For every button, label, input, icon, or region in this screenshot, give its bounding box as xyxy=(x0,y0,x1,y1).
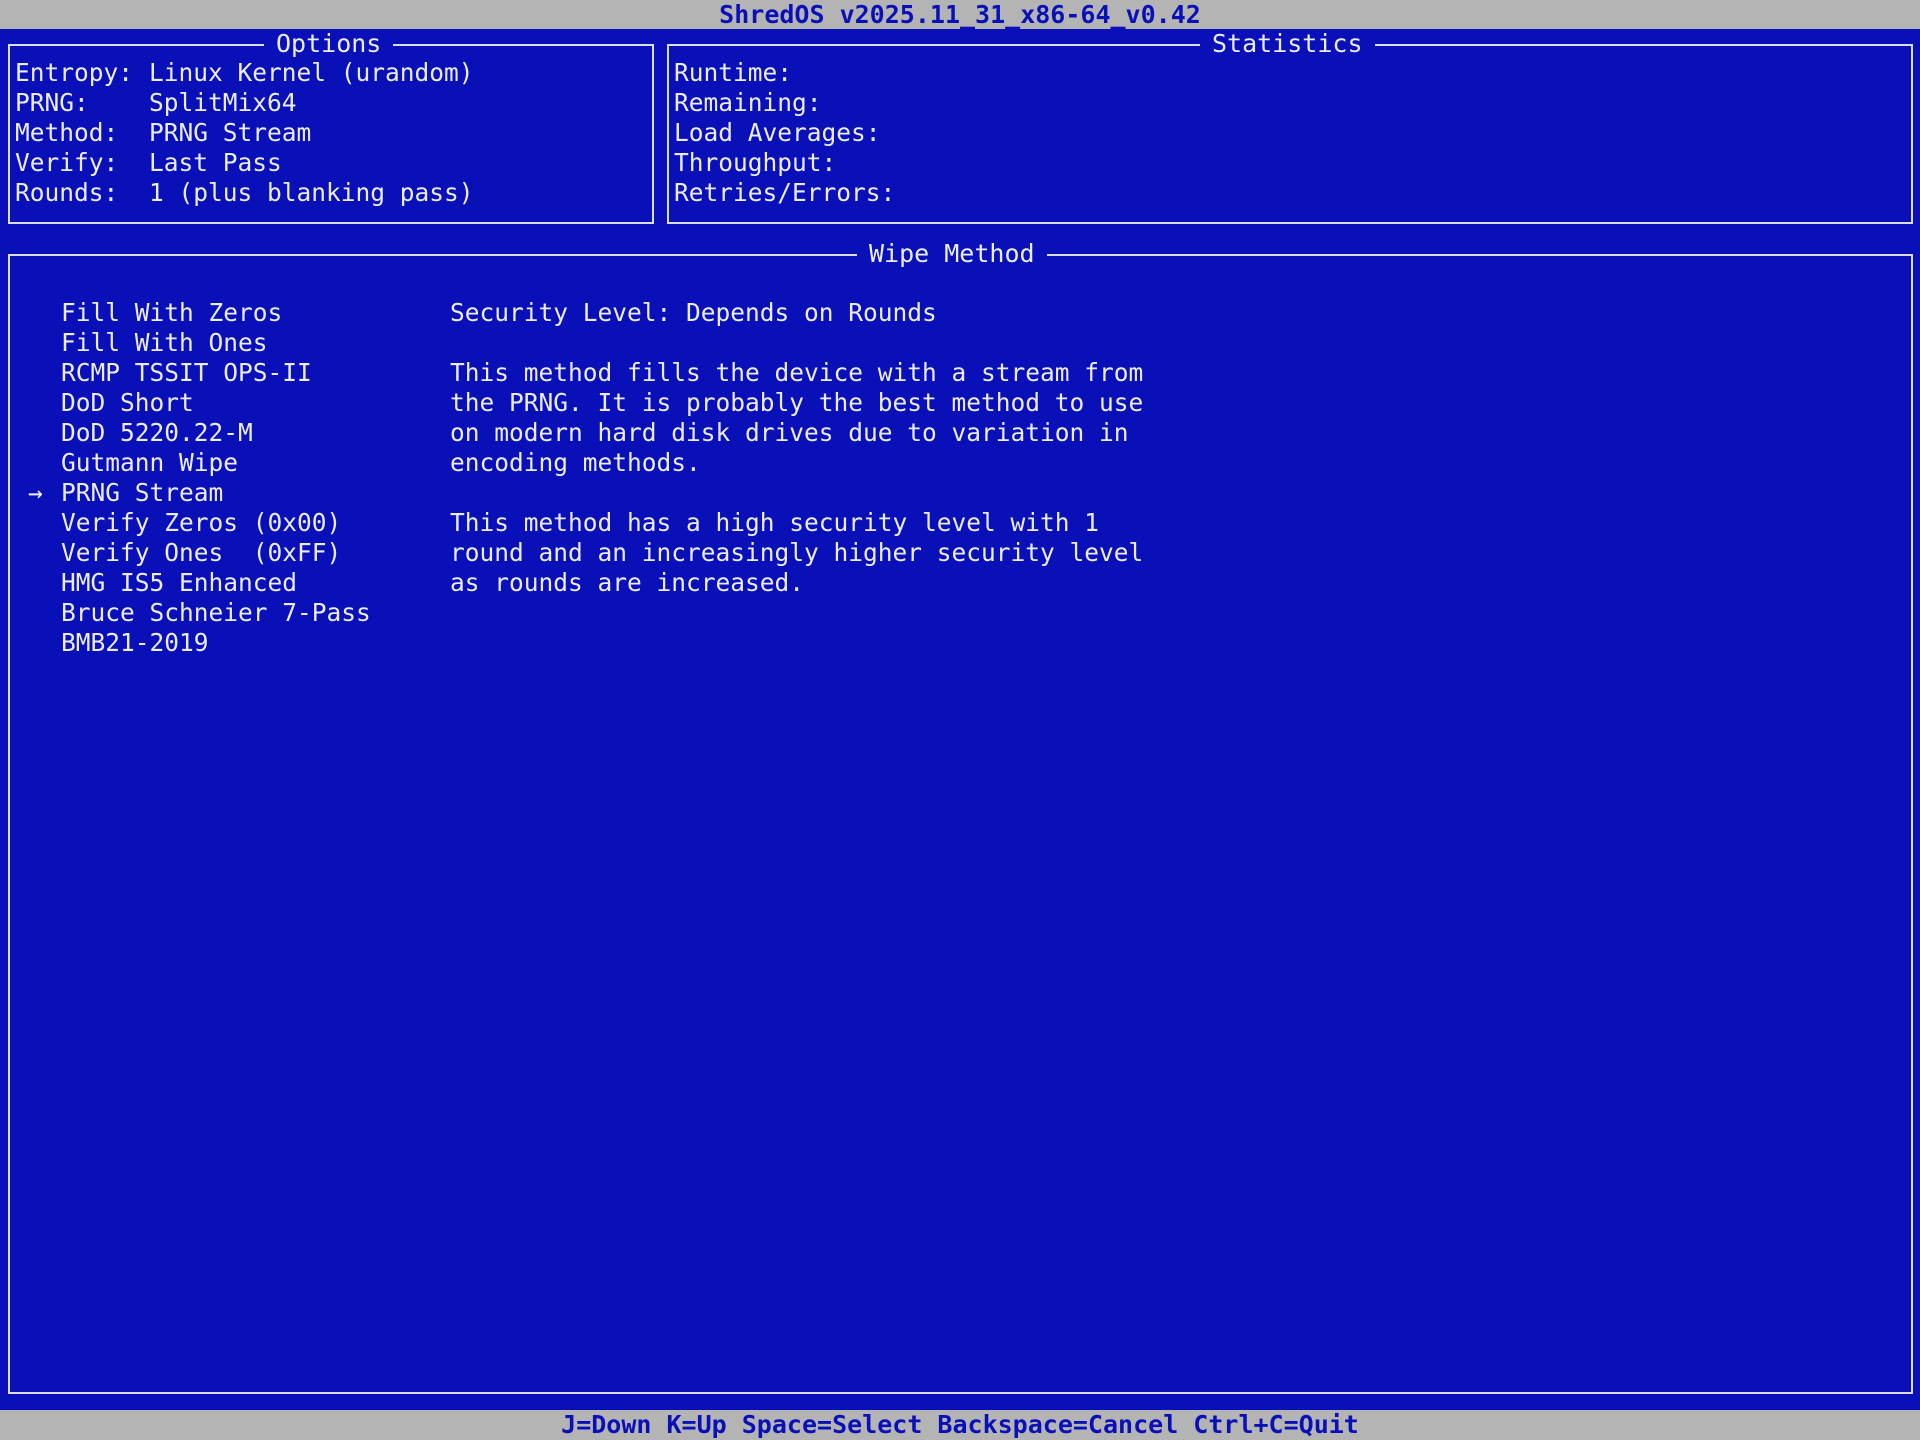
wipe-method-item[interactable]: Verify Zeros (0x00) xyxy=(28,508,371,538)
option-value: Last Pass xyxy=(149,148,282,177)
wipe-method-item[interactable]: Bruce Schneier 7-Pass xyxy=(28,598,371,628)
option-key: Rounds: xyxy=(15,178,119,207)
wipe-method-item[interactable]: Verify Ones (0xFF) xyxy=(28,538,371,568)
description-line: Security Level: Depends on Rounds xyxy=(450,298,937,327)
wipe-method-item[interactable]: → PRNG Stream xyxy=(28,478,371,508)
option-key: Verify: xyxy=(15,148,119,177)
option-row: Verify: Last Pass xyxy=(15,148,474,178)
options-panel-title: Options xyxy=(264,29,394,59)
description-line: as rounds are increased. xyxy=(450,568,805,597)
wipe-method-label: DoD 5220.22-M xyxy=(61,418,253,447)
app-title: ShredOS v2025.11_31_x86-64_v0.42 xyxy=(719,0,1201,29)
key-help-text: J=Down K=Up Space=Select Backspace=Cance… xyxy=(561,1410,1359,1439)
wipe-method-label: HMG IS5 Enhanced xyxy=(61,568,298,597)
statistic-label: Throughput: xyxy=(674,148,837,177)
description-line: the PRNG. It is probably the best method… xyxy=(450,388,1144,417)
statistic-label: Remaining: xyxy=(674,88,822,117)
wipe-method-panel: Wipe Method Fill With Zeros Fill With One… xyxy=(8,239,1913,1394)
title-bar: ShredOS v2025.11_31_x86-64_v0.42 xyxy=(0,0,1920,29)
option-row: Rounds: 1 (plus blanking pass) xyxy=(15,178,474,208)
wipe-method-item[interactable]: Fill With Zeros xyxy=(28,298,371,328)
description-line: on modern hard disk drives due to variat… xyxy=(450,418,1129,447)
option-value: 1 (plus blanking pass) xyxy=(149,178,474,207)
statistic-label: Load Averages: xyxy=(674,118,881,147)
wipe-method-label: Fill With Zeros xyxy=(61,298,283,327)
selection-arrow-icon: → xyxy=(28,478,43,507)
option-value: Linux Kernel (urandom) xyxy=(149,58,474,87)
method-description: Security Level: Depends on Rounds This me… xyxy=(450,298,1143,598)
wipe-method-label: DoD Short xyxy=(61,388,194,417)
statistics-list: Runtime: Remaining: Load Averages: Throughp… xyxy=(674,58,895,208)
statistic-label: Retries/Errors: xyxy=(674,178,896,207)
statistics-panel-title: Statistics xyxy=(1200,29,1375,59)
options-panel: Options Entropy: Linux Kernel (urandom) PR… xyxy=(8,29,654,224)
option-value: PRNG Stream xyxy=(149,118,312,147)
options-list: Entropy: Linux Kernel (urandom) PRNG: Split… xyxy=(15,58,474,208)
wipe-method-label: BMB21-2019 xyxy=(61,628,209,657)
wipe-method-item[interactable]: BMB21-2019 xyxy=(28,628,371,658)
wipe-method-item[interactable]: HMG IS5 Enhanced xyxy=(28,568,371,598)
option-row: Entropy: Linux Kernel (urandom) xyxy=(15,58,474,88)
description-line xyxy=(450,328,1143,358)
statistics-panel: Statistics Runtime: Remaining: Load Averag… xyxy=(667,29,1913,224)
option-value: SplitMix64 xyxy=(149,88,297,117)
statistic-label: Runtime: xyxy=(674,58,793,87)
wipe-method-label: Gutmann Wipe xyxy=(61,448,239,477)
description-line: This method has a high security level wi… xyxy=(450,508,1100,537)
wipe-method-list: Fill With Zeros Fill With Ones RCMP TSSIT … xyxy=(28,298,371,658)
wipe-method-item[interactable]: RCMP TSSIT OPS-II xyxy=(28,358,371,388)
wipe-method-label: Bruce Schneier 7-Pass xyxy=(61,598,371,627)
option-row: PRNG: SplitMix64 xyxy=(15,88,474,118)
wipe-method-label: RCMP TSSIT OPS-II xyxy=(61,358,312,387)
wipe-method-label: Verify Zeros (0x00) xyxy=(61,508,342,537)
wipe-method-label: PRNG Stream xyxy=(61,478,224,507)
wipe-method-item[interactable]: Fill With Ones xyxy=(28,328,371,358)
description-line: This method fills the device with a stre… xyxy=(450,358,1144,387)
wipe-method-label: Fill With Ones xyxy=(61,328,268,357)
key-help-bar: J=Down K=Up Space=Select Backspace=Cance… xyxy=(0,1410,1920,1440)
wipe-method-label: Verify Ones (0xFF) xyxy=(61,538,342,567)
option-row: Method: PRNG Stream xyxy=(15,118,474,148)
option-key: Method: xyxy=(15,118,119,147)
wipe-method-item[interactable]: DoD 5220.22-M xyxy=(28,418,371,448)
wipe-method-item[interactable]: Gutmann Wipe xyxy=(28,448,371,478)
option-key: Entropy: xyxy=(15,58,134,87)
wipe-method-panel-title: Wipe Method xyxy=(857,239,1047,269)
option-key: PRNG: xyxy=(15,88,89,117)
description-line: encoding methods. xyxy=(450,448,701,477)
description-line: round and an increasingly higher securit… xyxy=(450,538,1144,567)
wipe-method-item[interactable]: DoD Short xyxy=(28,388,371,418)
description-line xyxy=(450,478,1143,508)
